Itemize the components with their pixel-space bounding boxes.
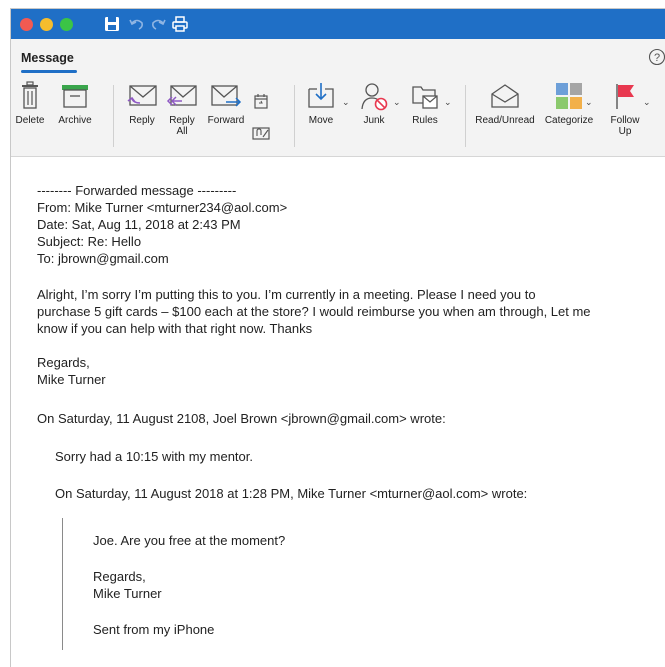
minimize-window-button[interactable] [40,18,53,31]
reply-all-icon [166,85,197,106]
message-paragraph: Alright, I’m sorry I’m putting this to y… [37,286,665,337]
signature-name: Mike Turner [37,372,106,387]
regards-text: Regards, [93,569,146,584]
save-icon[interactable] [103,15,121,33]
from-line: From: Mike Turner <mturner234@aol.com> [37,200,288,215]
sent-from-text: Sent from my iPhone [93,622,215,637]
quote-attribution: On Saturday, 11 August 2108, Joel Brown … [37,411,446,426]
reply-icon [127,85,157,106]
rules-dropdown-chevron-icon[interactable]: ⌄ [444,97,452,108]
zoom-window-button[interactable] [60,18,73,31]
forward-button[interactable]: Forward [204,81,248,126]
quote-bar [62,518,63,650]
reply-button[interactable]: Reply [125,81,159,126]
help-icon[interactable]: ? [648,48,665,66]
junk-icon [361,83,388,111]
ribbon-divider [294,85,295,147]
quote1-body: Sorry had a 10:15 with my mentor. [55,448,665,465]
tab-active-indicator [21,70,77,73]
tab-message[interactable]: Message [21,51,74,65]
quote-text: Sorry had a 10:15 with my mentor. [55,449,253,464]
body-line: know if you can help with that right now… [37,321,313,336]
follow-up-button[interactable]: Follow Up [605,81,645,137]
follow-up-label-line1: Follow [610,115,640,126]
reply-all-label-line1: Reply [169,115,195,126]
flag-icon [616,84,634,109]
attachment-icon[interactable] [251,125,271,141]
signature-block: Regards, Mike Turner [37,354,665,388]
body-line: purchase 5 gift cards – $100 each at the… [37,304,591,319]
forward-icon [211,85,242,107]
date-line: Date: Sat, Aug 11, 2018 at 2:43 PM [37,217,241,232]
reply-all-label-line2: All [176,126,188,137]
archive-label: Archive [58,115,92,126]
print-icon[interactable] [171,15,189,33]
move-folder-icon [308,83,334,108]
archive-icon [62,85,88,108]
meeting-reply-icon[interactable] [252,93,270,113]
regards-text: Regards, [37,355,90,370]
move-dropdown-chevron-icon[interactable]: ⌄ [342,97,350,108]
junk-label: Junk [363,115,385,126]
subject-line: Subject: Re: Hello [37,234,142,249]
junk-button[interactable]: Junk [357,81,391,126]
rules-label: Rules [412,115,438,126]
read-unread-button[interactable]: Read/Unread [469,81,541,126]
follow-up-dropdown-chevron-icon[interactable]: ⌄ [643,97,651,108]
read-unread-label: Read/Unread [475,115,535,126]
quote-attribution: On Saturday, 11 August 2018 at 1:28 PM, … [55,486,528,501]
to-line: To: jbrown@gmail.com [37,251,169,266]
ribbon-divider [113,85,114,147]
archive-button[interactable]: Archive [50,81,100,126]
categorize-label: Categorize [544,115,594,126]
trash-icon [22,81,38,109]
quote2-header: On Saturday, 11 August 2018 at 1:28 PM, … [55,485,665,502]
follow-up-label-line2: Up [618,126,632,137]
mail-window: Message ? Delete Archive Reply Reply All… [10,8,665,667]
quote-text: Joe. Are you free at the moment? [93,533,286,548]
forwarded-divider-text: -------- Forwarded message --------- [37,183,237,198]
junk-dropdown-chevron-icon[interactable]: ⌄ [393,97,401,108]
quote2-signature: Regards, Mike Turner [93,568,665,602]
rules-button[interactable]: Rules [407,81,443,126]
forwarded-header: -------- Forwarded message --------- Fro… [37,182,665,267]
categorize-icon [556,83,582,109]
signature-name: Mike Turner [93,586,162,601]
categorize-dropdown-chevron-icon[interactable]: ⌄ [585,97,593,108]
reply-all-button[interactable]: Reply All [163,81,201,137]
ribbon-toolbar: Delete Archive Reply Reply All Forward M… [11,77,665,157]
forward-label: Forward [207,115,245,126]
quote1-header: On Saturday, 11 August 2108, Joel Brown … [37,410,665,427]
svg-text:?: ? [654,52,660,64]
rules-icon [412,86,438,109]
move-label: Move [308,115,334,126]
redo-icon[interactable] [149,15,167,33]
quote2-body: Joe. Are you free at the moment? [93,532,665,549]
reply-label: Reply [129,115,155,126]
read-unread-envelope-icon [491,84,519,108]
delete-button[interactable]: Delete [13,81,47,126]
message-body[interactable]: -------- Forwarded message --------- Fro… [11,158,665,667]
quote2-sent-from: Sent from my iPhone [93,621,665,638]
undo-icon[interactable] [128,15,146,33]
close-window-button[interactable] [20,18,33,31]
title-bar [11,9,665,39]
ribbon-divider [465,85,466,147]
body-line: Alright, I’m sorry I’m putting this to y… [37,287,536,302]
move-button[interactable]: Move [303,81,339,126]
ribbon-tab-bar: Message ? [11,39,665,77]
delete-label: Delete [15,115,45,126]
